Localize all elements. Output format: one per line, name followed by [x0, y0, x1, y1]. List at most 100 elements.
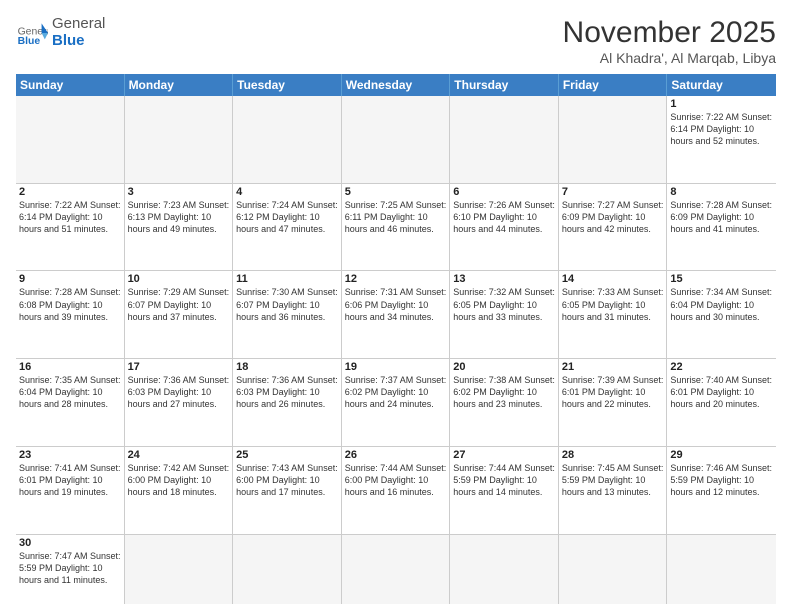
day-info: Sunrise: 7:27 AM Sunset: 6:09 PM Dayligh… [562, 199, 664, 235]
day-info: Sunrise: 7:45 AM Sunset: 5:59 PM Dayligh… [562, 462, 664, 498]
calendar-cell [559, 96, 668, 183]
day-number: 10 [128, 273, 230, 285]
calendar-cell: 9Sunrise: 7:28 AM Sunset: 6:08 PM Daylig… [16, 271, 125, 358]
day-info: Sunrise: 7:24 AM Sunset: 6:12 PM Dayligh… [236, 199, 338, 235]
day-number: 28 [562, 449, 664, 461]
day-info: Sunrise: 7:38 AM Sunset: 6:02 PM Dayligh… [453, 374, 555, 410]
day-info: Sunrise: 7:30 AM Sunset: 6:07 PM Dayligh… [236, 286, 338, 322]
day-number: 23 [19, 449, 121, 461]
day-number: 9 [19, 273, 121, 285]
calendar-cell: 23Sunrise: 7:41 AM Sunset: 6:01 PM Dayli… [16, 447, 125, 534]
calendar-cell: 26Sunrise: 7:44 AM Sunset: 6:00 PM Dayli… [342, 447, 451, 534]
day-number: 1 [670, 98, 773, 110]
calendar-week-2: 9Sunrise: 7:28 AM Sunset: 6:08 PM Daylig… [16, 271, 776, 359]
calendar-cell: 7Sunrise: 7:27 AM Sunset: 6:09 PM Daylig… [559, 184, 668, 271]
day-info: Sunrise: 7:44 AM Sunset: 5:59 PM Dayligh… [453, 462, 555, 498]
header-tuesday: Tuesday [233, 74, 342, 96]
calendar-cell: 3Sunrise: 7:23 AM Sunset: 6:13 PM Daylig… [125, 184, 234, 271]
calendar-cell [125, 96, 234, 183]
day-number: 24 [128, 449, 230, 461]
header-sunday: Sunday [16, 74, 125, 96]
calendar: Sunday Monday Tuesday Wednesday Thursday… [16, 74, 776, 604]
day-number: 27 [453, 449, 555, 461]
day-info: Sunrise: 7:44 AM Sunset: 6:00 PM Dayligh… [345, 462, 447, 498]
day-info: Sunrise: 7:40 AM Sunset: 6:01 PM Dayligh… [670, 374, 773, 410]
day-number: 11 [236, 273, 338, 285]
calendar-cell: 27Sunrise: 7:44 AM Sunset: 5:59 PM Dayli… [450, 447, 559, 534]
day-number: 29 [670, 449, 773, 461]
day-number: 20 [453, 361, 555, 373]
calendar-week-5: 30Sunrise: 7:47 AM Sunset: 5:59 PM Dayli… [16, 535, 776, 604]
day-info: Sunrise: 7:34 AM Sunset: 6:04 PM Dayligh… [670, 286, 773, 322]
day-number: 19 [345, 361, 447, 373]
svg-text:Blue: Blue [18, 36, 41, 47]
calendar-cell [559, 535, 668, 604]
day-info: Sunrise: 7:46 AM Sunset: 5:59 PM Dayligh… [670, 462, 773, 498]
calendar-cell: 29Sunrise: 7:46 AM Sunset: 5:59 PM Dayli… [667, 447, 776, 534]
day-number: 4 [236, 186, 338, 198]
calendar-cell: 16Sunrise: 7:35 AM Sunset: 6:04 PM Dayli… [16, 359, 125, 446]
day-number: 26 [345, 449, 447, 461]
day-info: Sunrise: 7:25 AM Sunset: 6:11 PM Dayligh… [345, 199, 447, 235]
calendar-cell: 28Sunrise: 7:45 AM Sunset: 5:59 PM Dayli… [559, 447, 668, 534]
day-number: 7 [562, 186, 664, 198]
calendar-cell: 17Sunrise: 7:36 AM Sunset: 6:03 PM Dayli… [125, 359, 234, 446]
day-number: 18 [236, 361, 338, 373]
day-info: Sunrise: 7:28 AM Sunset: 6:09 PM Dayligh… [670, 199, 773, 235]
day-info: Sunrise: 7:22 AM Sunset: 6:14 PM Dayligh… [19, 199, 121, 235]
calendar-cell [450, 535, 559, 604]
calendar-cell: 20Sunrise: 7:38 AM Sunset: 6:02 PM Dayli… [450, 359, 559, 446]
calendar-cell [342, 96, 451, 183]
header-friday: Friday [559, 74, 668, 96]
location-text: Al Khadra', Al Marqab, Libya [563, 50, 776, 66]
logo-blue-text: Blue [52, 33, 105, 50]
day-info: Sunrise: 7:23 AM Sunset: 6:13 PM Dayligh… [128, 199, 230, 235]
calendar-cell: 13Sunrise: 7:32 AM Sunset: 6:05 PM Dayli… [450, 271, 559, 358]
logo-general-text: General [52, 16, 105, 33]
calendar-cell: 5Sunrise: 7:25 AM Sunset: 6:11 PM Daylig… [342, 184, 451, 271]
day-number: 6 [453, 186, 555, 198]
day-info: Sunrise: 7:41 AM Sunset: 6:01 PM Dayligh… [19, 462, 121, 498]
calendar-cell: 12Sunrise: 7:31 AM Sunset: 6:06 PM Dayli… [342, 271, 451, 358]
calendar-cell [233, 535, 342, 604]
calendar-cell [667, 535, 776, 604]
day-info: Sunrise: 7:43 AM Sunset: 6:00 PM Dayligh… [236, 462, 338, 498]
day-info: Sunrise: 7:36 AM Sunset: 6:03 PM Dayligh… [128, 374, 230, 410]
calendar-header: Sunday Monday Tuesday Wednesday Thursday… [16, 74, 776, 96]
header-saturday: Saturday [667, 74, 776, 96]
calendar-cell: 11Sunrise: 7:30 AM Sunset: 6:07 PM Dayli… [233, 271, 342, 358]
day-info: Sunrise: 7:35 AM Sunset: 6:04 PM Dayligh… [19, 374, 121, 410]
calendar-cell: 18Sunrise: 7:36 AM Sunset: 6:03 PM Dayli… [233, 359, 342, 446]
day-number: 22 [670, 361, 773, 373]
day-info: Sunrise: 7:28 AM Sunset: 6:08 PM Dayligh… [19, 286, 121, 322]
calendar-cell [450, 96, 559, 183]
title-block: November 2025 Al Khadra', Al Marqab, Lib… [563, 16, 776, 66]
day-info: Sunrise: 7:29 AM Sunset: 6:07 PM Dayligh… [128, 286, 230, 322]
day-number: 13 [453, 273, 555, 285]
logo-icon: General Blue [16, 17, 48, 49]
calendar-cell: 8Sunrise: 7:28 AM Sunset: 6:09 PM Daylig… [667, 184, 776, 271]
day-info: Sunrise: 7:31 AM Sunset: 6:06 PM Dayligh… [345, 286, 447, 322]
calendar-cell: 1Sunrise: 7:22 AM Sunset: 6:14 PM Daylig… [667, 96, 776, 183]
day-info: Sunrise: 7:26 AM Sunset: 6:10 PM Dayligh… [453, 199, 555, 235]
calendar-cell: 2Sunrise: 7:22 AM Sunset: 6:14 PM Daylig… [16, 184, 125, 271]
day-number: 30 [19, 537, 121, 549]
calendar-cell [233, 96, 342, 183]
day-number: 17 [128, 361, 230, 373]
calendar-cell: 6Sunrise: 7:26 AM Sunset: 6:10 PM Daylig… [450, 184, 559, 271]
day-info: Sunrise: 7:32 AM Sunset: 6:05 PM Dayligh… [453, 286, 555, 322]
day-info: Sunrise: 7:42 AM Sunset: 6:00 PM Dayligh… [128, 462, 230, 498]
day-number: 12 [345, 273, 447, 285]
calendar-week-1: 2Sunrise: 7:22 AM Sunset: 6:14 PM Daylig… [16, 184, 776, 272]
calendar-week-4: 23Sunrise: 7:41 AM Sunset: 6:01 PM Dayli… [16, 447, 776, 535]
day-info: Sunrise: 7:33 AM Sunset: 6:05 PM Dayligh… [562, 286, 664, 322]
day-number: 16 [19, 361, 121, 373]
day-number: 14 [562, 273, 664, 285]
calendar-cell [342, 535, 451, 604]
page-header: General Blue General Blue November 2025 … [16, 16, 776, 66]
day-info: Sunrise: 7:22 AM Sunset: 6:14 PM Dayligh… [670, 111, 773, 147]
day-info: Sunrise: 7:47 AM Sunset: 5:59 PM Dayligh… [19, 550, 121, 586]
header-monday: Monday [125, 74, 234, 96]
calendar-cell: 22Sunrise: 7:40 AM Sunset: 6:01 PM Dayli… [667, 359, 776, 446]
day-info: Sunrise: 7:36 AM Sunset: 6:03 PM Dayligh… [236, 374, 338, 410]
